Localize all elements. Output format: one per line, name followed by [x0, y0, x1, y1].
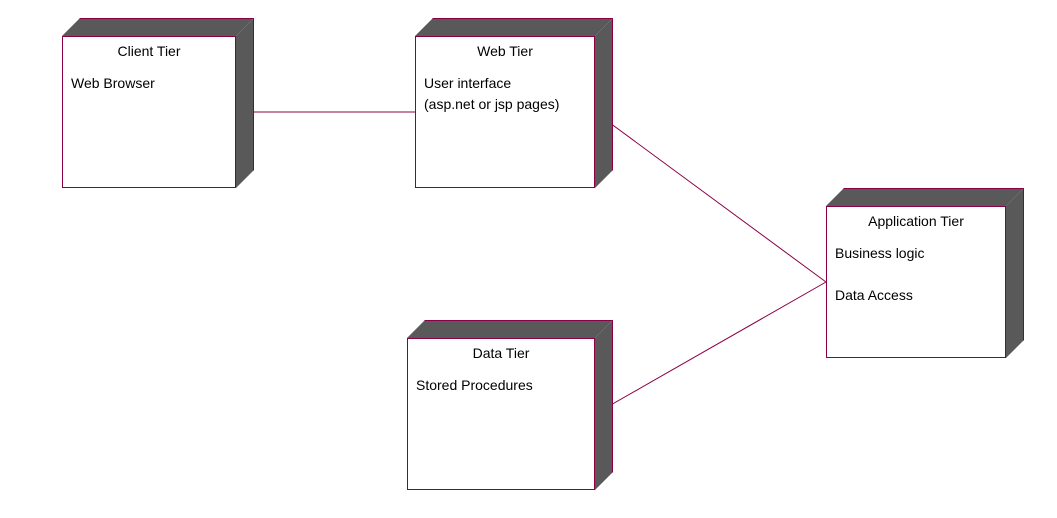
cube-front: Web Tier User interface (asp.net or jsp … — [415, 36, 595, 188]
node-web-tier: Web Tier User interface (asp.net or jsp … — [415, 18, 613, 188]
cube-top — [415, 18, 613, 36]
node-data-tier: Data Tier Stored Procedures — [407, 320, 613, 490]
node-body: Business logic Data Access — [835, 243, 997, 306]
connector-web-app — [595, 112, 826, 282]
node-body: Web Browser — [71, 73, 227, 94]
node-title: Data Tier — [416, 345, 586, 361]
cube-side — [1006, 188, 1024, 358]
node-title: Client Tier — [71, 43, 227, 59]
cube-top — [62, 18, 254, 36]
node-title: Application Tier — [835, 213, 997, 229]
cube-side — [595, 18, 613, 188]
cube-top — [407, 320, 613, 338]
node-client-tier: Client Tier Web Browser — [62, 18, 254, 188]
cube-side — [236, 18, 254, 188]
cube-front: Data Tier Stored Procedures — [407, 338, 595, 490]
node-body: User interface (asp.net or jsp pages) — [424, 73, 586, 115]
cube-front: Client Tier Web Browser — [62, 36, 236, 188]
cube-top — [826, 188, 1024, 206]
cube-front: Application Tier Business logic Data Acc… — [826, 206, 1006, 358]
node-application-tier: Application Tier Business logic Data Acc… — [826, 188, 1024, 358]
cube-side — [595, 320, 613, 490]
node-body: Stored Procedures — [416, 375, 586, 396]
connector-data-app — [595, 282, 826, 414]
node-title: Web Tier — [424, 43, 586, 59]
